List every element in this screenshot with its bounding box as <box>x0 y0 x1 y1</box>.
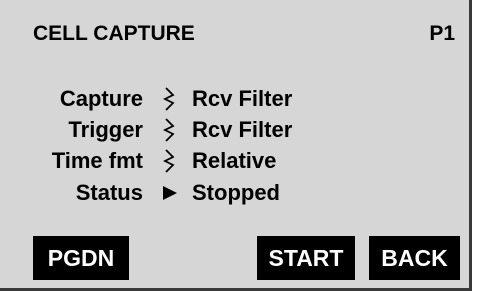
select-lightning-icon <box>160 115 180 145</box>
setting-label: Trigger <box>68 117 143 142</box>
setting-value: Rcv Filter <box>192 86 293 111</box>
status-value: Stopped <box>192 180 280 205</box>
start-button[interactable]: START <box>257 236 355 280</box>
back-button-label: BACK <box>381 245 448 271</box>
setting-row-capture[interactable]: Capture Rcv Filter <box>0 84 469 114</box>
setting-label: Status <box>75 180 143 205</box>
setting-row-time-fmt[interactable]: Time fmt Relative <box>0 146 469 176</box>
play-triangle-icon <box>160 178 180 208</box>
setting-row-trigger[interactable]: Trigger Rcv Filter <box>0 115 469 145</box>
select-lightning-icon <box>160 146 180 176</box>
back-button[interactable]: BACK <box>369 236 460 280</box>
setting-label: Time fmt <box>51 148 143 173</box>
page-title: CELL CAPTURE <box>33 22 195 45</box>
setting-label: Capture <box>59 86 143 111</box>
setting-row-status: Status Stopped <box>0 178 469 208</box>
lcd-screen: CELL CAPTURE P1 Capture Rcv Filter Trigg… <box>0 0 472 291</box>
setting-value: Rcv Filter <box>192 117 293 142</box>
pgdn-button[interactable]: PGDN <box>33 236 129 280</box>
select-lightning-icon <box>160 84 180 114</box>
page-number: P1 <box>429 22 455 45</box>
setting-value: Relative <box>192 148 277 173</box>
pgdn-button-label: PGDN <box>47 245 115 271</box>
start-button-label: START <box>268 245 344 271</box>
